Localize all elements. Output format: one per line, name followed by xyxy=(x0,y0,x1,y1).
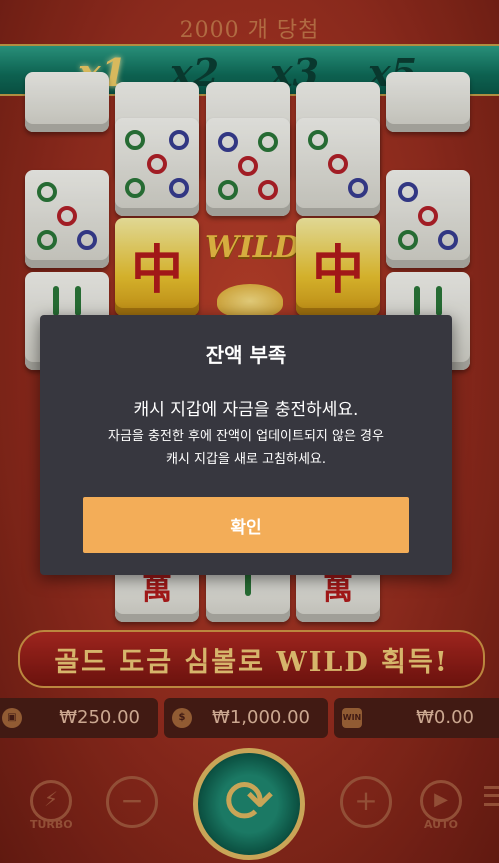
slot-game-screen: 2000 개 당첨 x1 x2 x3 x5 xyxy=(0,0,499,863)
confirm-button[interactable]: 확인 xyxy=(83,497,409,553)
dialog-message: 캐시 지갑에 자금을 충전하세요. xyxy=(133,400,359,420)
dialog-title: 잔액 부족 xyxy=(205,343,287,367)
dialog-detail: 자금을 충전한 후에 잔액이 업데이트되지 않은 경우 xyxy=(108,429,384,444)
insufficient-balance-dialog: 잔액 부족 캐시 지갑에 자금을 충전하세요. 자금을 충전한 후에 잔액이 업… xyxy=(40,315,452,575)
dialog-detail: 캐시 지갑을 새로 고침하세요. xyxy=(165,452,327,467)
